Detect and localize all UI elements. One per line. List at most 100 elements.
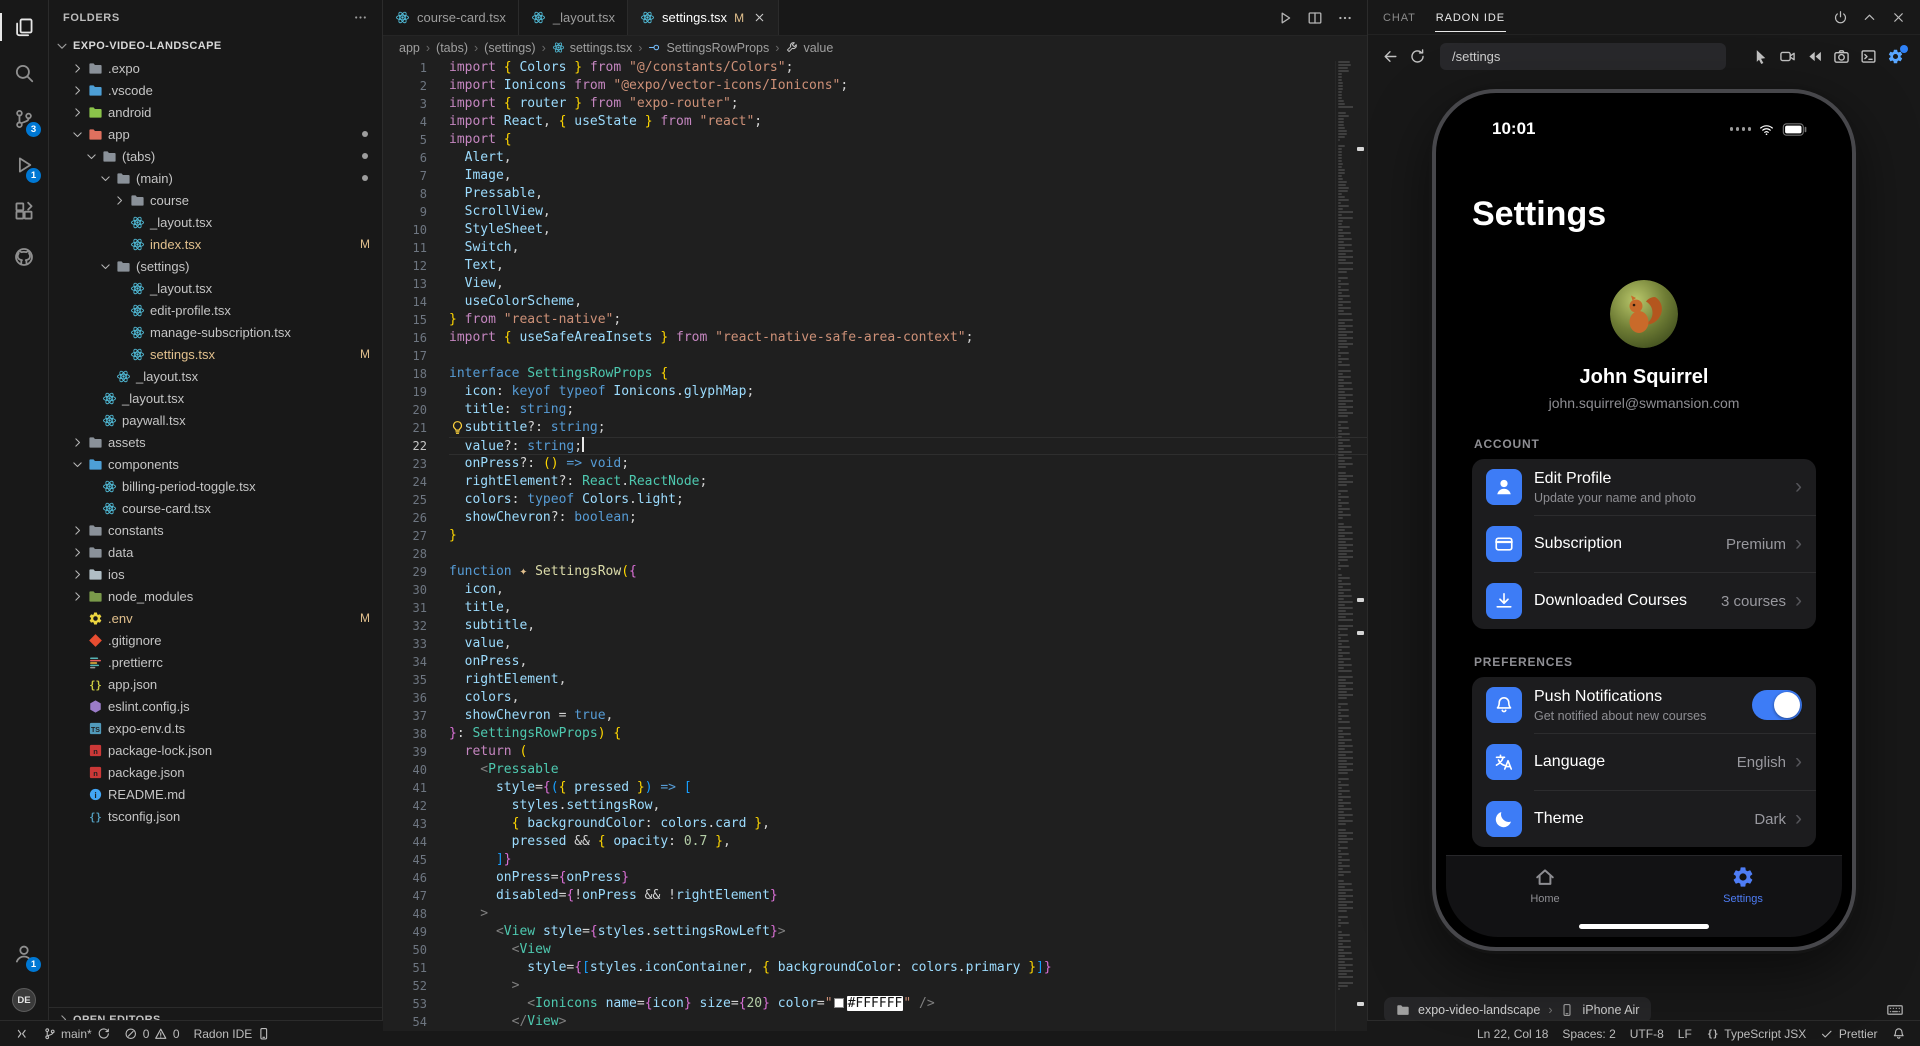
- file-label: data: [108, 545, 133, 560]
- cursor-position[interactable]: Ln 22, Col 18: [1470, 1021, 1555, 1046]
- folder-(tabs)[interactable]: (tabs): [49, 145, 382, 167]
- file-.env[interactable]: .envM: [49, 607, 382, 629]
- activity-accounts[interactable]: 1: [0, 931, 48, 977]
- file-expo-env.d.ts[interactable]: TSexpo-env.d.ts: [49, 717, 382, 739]
- activity-run-debug[interactable]: 1: [0, 142, 48, 188]
- file-manage-subscription.tsx[interactable]: manage-subscription.tsx: [49, 321, 382, 343]
- file-.prettierrc[interactable]: .prettierrc: [49, 651, 382, 673]
- tab-settings.tsx[interactable]: settings.tsxM: [628, 0, 779, 35]
- folder-(settings)[interactable]: (settings): [49, 255, 382, 277]
- folder-.expo[interactable]: .expo: [49, 57, 382, 79]
- file-tsconfig.json[interactable]: {}tsconfig.json: [49, 805, 382, 827]
- radon-ide-status[interactable]: Radon IDE: [187, 1021, 278, 1046]
- file-eslint.config.js[interactable]: eslint.config.js: [49, 695, 382, 717]
- reload-icon[interactable]: [1409, 48, 1426, 65]
- activity-source-control[interactable]: 3: [0, 96, 48, 142]
- settings-row-downloaded-courses[interactable]: Downloaded Courses3 courses›: [1472, 573, 1816, 629]
- file-edit-profile.tsx[interactable]: edit-profile.tsx: [49, 299, 382, 321]
- folder-node_modules[interactable]: node_modules: [49, 585, 382, 607]
- split-editor-icon[interactable]: [1307, 10, 1323, 26]
- settings-row-edit-profile[interactable]: Edit ProfileUpdate your name and photo›: [1472, 459, 1816, 515]
- tab-chat[interactable]: CHAT: [1382, 3, 1417, 32]
- file-.gitignore[interactable]: .gitignore: [49, 629, 382, 651]
- file-_layout.tsx[interactable]: _layout.tsx: [49, 365, 382, 387]
- settings-row-push-notifications[interactable]: Push NotificationsGet notified about new…: [1472, 677, 1816, 733]
- activity-github[interactable]: [0, 234, 48, 280]
- file-settings.tsx[interactable]: settings.tsxM: [49, 343, 382, 365]
- file-app.json[interactable]: {}app.json: [49, 673, 382, 695]
- lightbulb-icon[interactable]: [450, 420, 465, 435]
- settings-row-subscription[interactable]: SubscriptionPremium›: [1472, 516, 1816, 572]
- minimap[interactable]: [1335, 61, 1353, 1031]
- tab-radon-ide[interactable]: RADON IDE: [1435, 3, 1506, 32]
- remote-indicator[interactable]: [8, 1021, 36, 1046]
- breadcrumb-item[interactable]: settings.tsx: [552, 41, 633, 55]
- settings-row-theme[interactable]: ThemeDark›: [1472, 791, 1816, 847]
- more-actions-icon[interactable]: [353, 10, 368, 25]
- file-_layout.tsx[interactable]: _layout.tsx: [49, 277, 382, 299]
- encoding[interactable]: UTF-8: [1623, 1021, 1671, 1046]
- folder-android[interactable]: android: [49, 101, 382, 123]
- tab-_layout.tsx[interactable]: _layout.tsx: [519, 0, 628, 35]
- activity-extensions[interactable]: [0, 188, 48, 234]
- replay-icon[interactable]: [1806, 48, 1823, 65]
- activity-profile[interactable]: DE: [0, 977, 48, 1023]
- file-index.tsx[interactable]: index.tsxM: [49, 233, 382, 255]
- folder-ios[interactable]: ios: [49, 563, 382, 585]
- screenshot-icon[interactable]: [1833, 48, 1850, 65]
- folder-app[interactable]: app: [49, 123, 382, 145]
- activity-search[interactable]: [0, 50, 48, 96]
- folder-components[interactable]: components: [49, 453, 382, 475]
- close-tab-icon[interactable]: [753, 11, 766, 24]
- folder-constants[interactable]: constants: [49, 519, 382, 541]
- more-actions-icon[interactable]: [1337, 10, 1353, 26]
- notifications-bell[interactable]: [1885, 1021, 1913, 1046]
- code-content[interactable]: import { Colors } from "@/constants/Colo…: [449, 59, 1367, 1031]
- folder-course[interactable]: course: [49, 189, 382, 211]
- formatter[interactable]: Prettier: [1813, 1021, 1884, 1046]
- settings-row-language[interactable]: LanguageEnglish›: [1472, 734, 1816, 790]
- indentation[interactable]: Spaces: 2: [1555, 1021, 1622, 1046]
- folder-assets[interactable]: assets: [49, 431, 382, 453]
- breadcrumb-item[interactable]: (settings): [484, 41, 535, 55]
- file-billing-period-toggle.tsx[interactable]: billing-period-toggle.tsx: [49, 475, 382, 497]
- breadcrumb-item[interactable]: app: [399, 41, 420, 55]
- git-branch[interactable]: main*: [36, 1021, 118, 1046]
- file-_layout.tsx[interactable]: _layout.tsx: [49, 211, 382, 233]
- breadcrumb-item[interactable]: (tabs): [436, 41, 468, 55]
- maximize-panel-icon[interactable]: [1862, 10, 1877, 25]
- file-paywall.tsx[interactable]: paywall.tsx: [49, 409, 382, 431]
- activity-explorer[interactable]: [0, 4, 48, 50]
- file-package.json[interactable]: npackage.json: [49, 761, 382, 783]
- folder-(main)[interactable]: (main): [49, 167, 382, 189]
- close-panel-icon[interactable]: [1891, 10, 1906, 25]
- url-bar[interactable]: /settings: [1440, 43, 1726, 70]
- device-screen[interactable]: 10:01 Settings: [1446, 103, 1842, 937]
- problems[interactable]: 0 0: [117, 1021, 186, 1046]
- tree-root-folder[interactable]: EXPO-VIDEO-LANDSCAPE: [49, 35, 382, 57]
- inspect-icon[interactable]: [1752, 48, 1769, 65]
- file-package-lock.json[interactable]: npackage-lock.json: [49, 739, 382, 761]
- keyboard-icon[interactable]: [1886, 1001, 1904, 1019]
- language-mode[interactable]: {} TypeScript JSX: [1699, 1021, 1814, 1046]
- tab-course-card.tsx[interactable]: course-card.tsx: [383, 0, 519, 35]
- power-icon[interactable]: [1833, 10, 1848, 25]
- folder-.vscode[interactable]: .vscode: [49, 79, 382, 101]
- push-notifications-toggle[interactable]: [1752, 690, 1802, 720]
- breadcrumb-item[interactable]: value: [785, 41, 833, 55]
- back-icon[interactable]: [1382, 48, 1399, 65]
- breadcrumb-item[interactable]: SettingsRowProps: [648, 41, 769, 55]
- file-course-card.tsx[interactable]: course-card.tsx: [49, 497, 382, 519]
- scrollbar-overview-ruler[interactable]: [1353, 59, 1367, 1031]
- logs-icon[interactable]: [1860, 48, 1877, 65]
- home-indicator[interactable]: [1579, 924, 1709, 929]
- file-README.md[interactable]: iREADME.md: [49, 783, 382, 805]
- record-screen-icon[interactable]: [1779, 48, 1796, 65]
- avatar-squirrel-photo[interactable]: [1610, 280, 1678, 348]
- run-icon[interactable]: [1277, 10, 1293, 26]
- file-_layout.tsx[interactable]: _layout.tsx: [49, 387, 382, 409]
- code-editor[interactable]: 1234567891011121314151617181920212223242…: [383, 59, 1367, 1031]
- folder-data[interactable]: data: [49, 541, 382, 563]
- radon-settings-button[interactable]: [1887, 48, 1904, 65]
- eol-selector[interactable]: LF: [1671, 1021, 1699, 1046]
